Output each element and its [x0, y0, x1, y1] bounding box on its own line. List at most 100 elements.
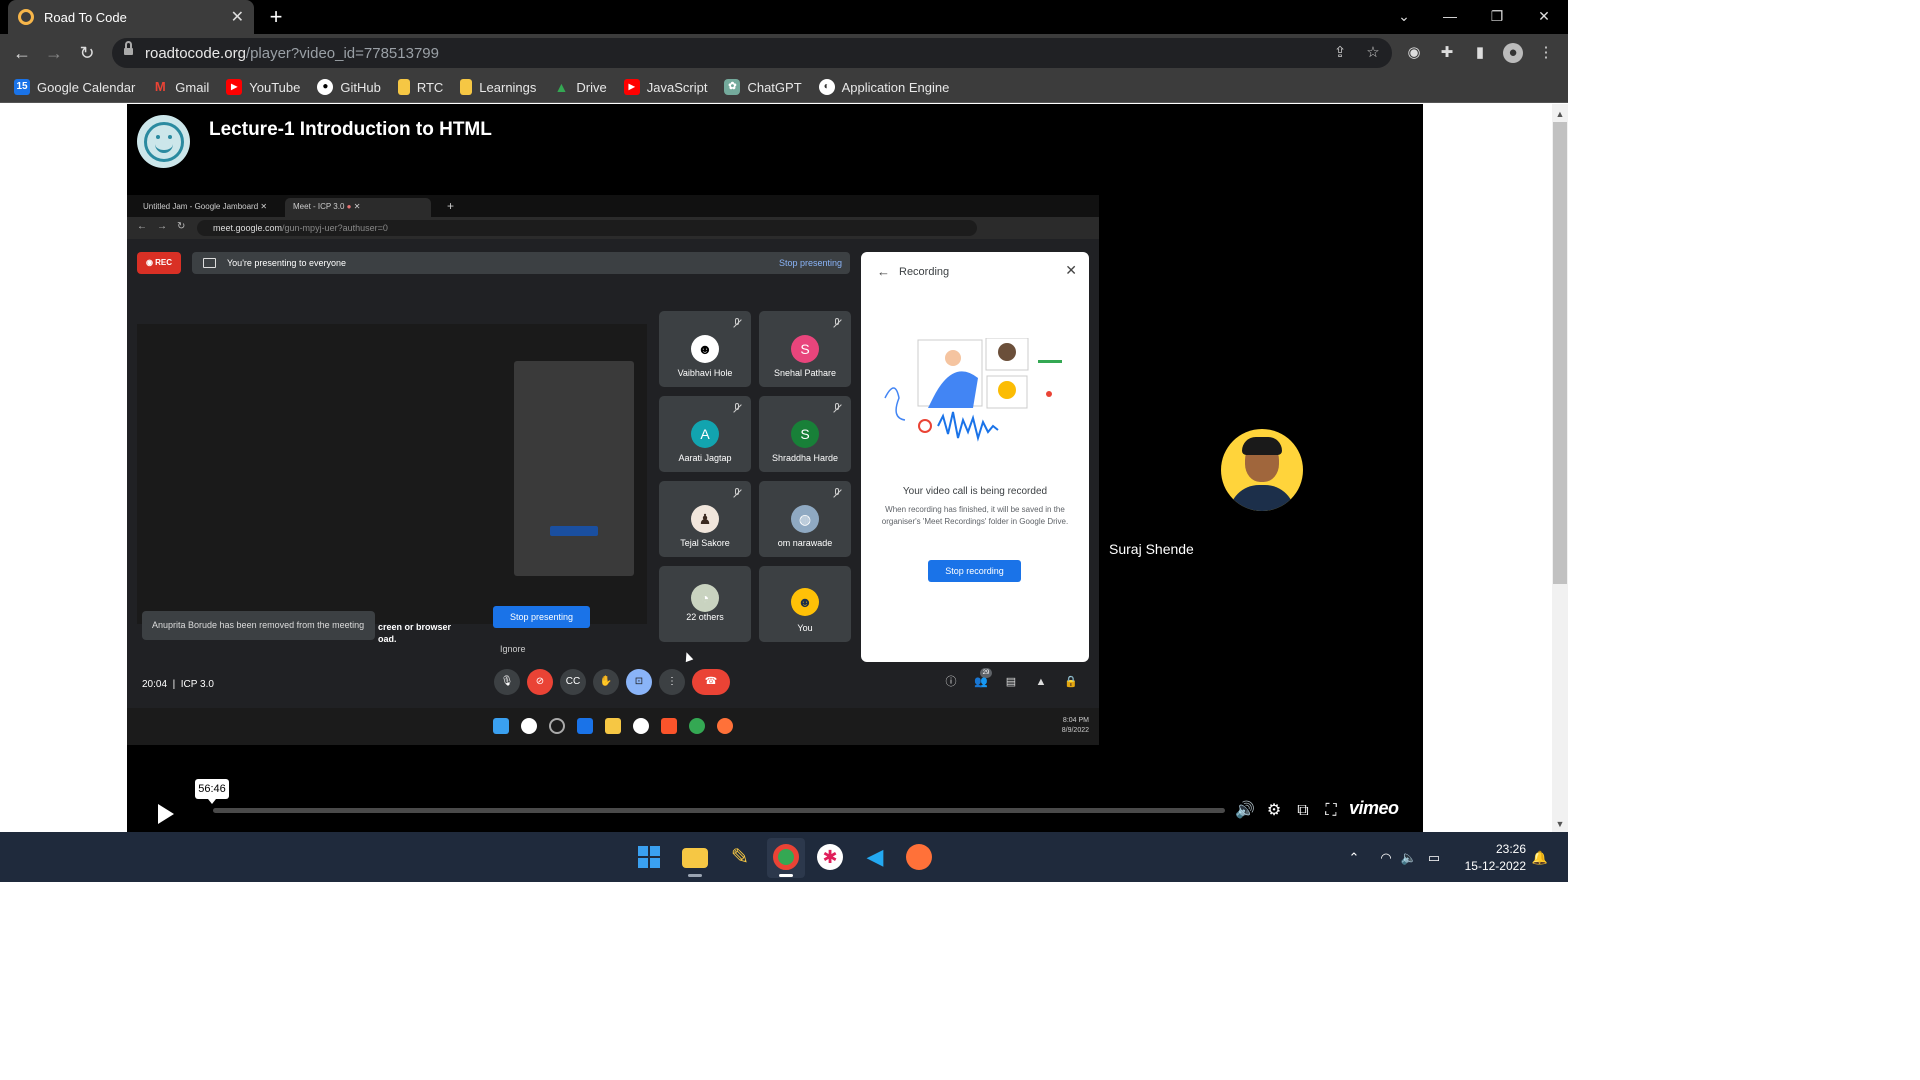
presenter-avatar [1221, 429, 1303, 511]
chrome-icon[interactable] [773, 844, 799, 870]
minimize-button[interactable]: — [1427, 0, 1473, 34]
youtube-icon: ▶ [226, 79, 243, 95]
folder-icon [460, 79, 473, 95]
notification-bell-icon[interactable]: 🔔 [1531, 850, 1549, 866]
bookmark-label: RTC [416, 79, 444, 95]
captions-icon: CC [560, 669, 586, 695]
bookmarks-bar: 15 Google Calendar M Gmail ▶ YouTube ● GitHu… [0, 72, 1568, 103]
channel-logo[interactable] [137, 115, 190, 168]
stop-presenting-link: Stop presenting [778, 258, 842, 268]
reload-button[interactable]: ↻ [74, 40, 100, 66]
slack-icon[interactable]: ✱ [817, 844, 843, 870]
participant-tile: ◍ om narawade [759, 481, 851, 557]
back-arrow-icon: ← [877, 264, 890, 279]
inner-address-bar: meet.google.com/gun-mpyj-uer?authuser=0 [197, 220, 977, 236]
bookmark-item[interactable]: RTC [397, 79, 444, 95]
mirrored-recording-panel [514, 361, 634, 576]
scrollbar-thumb[interactable] [1553, 122, 1567, 584]
presenter-hair [1242, 437, 1282, 455]
scroll-up-icon[interactable]: ▲ [1552, 106, 1568, 122]
video-player[interactable]: Lecture-1 Introduction to HTML Untitled … [127, 104, 1423, 832]
bookmark-item[interactable]: ✿ ChatGPT [724, 79, 802, 95]
taskbar-clock[interactable]: 23:26 15-12-2022 [1456, 841, 1526, 875]
play-button[interactable] [153, 800, 181, 828]
presenter-name: Suraj Shende [1109, 541, 1194, 557]
participant-tile: S Snehal Pathare [759, 311, 851, 387]
participant-tile: ☻ Vaibhavi Hole [659, 311, 751, 387]
mic-off-icon [733, 488, 741, 498]
participant-name: Tejal Sakore [680, 538, 730, 548]
back-button[interactable]: ← [9, 40, 35, 66]
inner-windows-taskbar: 8:04 PM 8/9/2022 [127, 708, 1099, 745]
share-icon[interactable]: ⇪ [1330, 43, 1350, 63]
restore-button[interactable]: ❐ [1474, 0, 1520, 34]
participant-name: Vaibhavi Hole [677, 368, 733, 378]
new-tab-button[interactable]: + [264, 4, 288, 30]
firefox-icon[interactable] [906, 844, 932, 870]
lock-icon[interactable] [124, 41, 133, 58]
pen-app-icon[interactable]: ✎ [727, 844, 753, 870]
inner-app-icon [549, 718, 565, 734]
people-icon: 👥 [974, 676, 988, 688]
bookmark-item[interactable]: ▶ JavaScript [623, 79, 707, 95]
bookmark-label: Drive [576, 79, 607, 95]
side-panel-icon[interactable]: ▮ [1470, 43, 1490, 63]
inner-clock: 8:04 PM 8/9/2022 [1062, 716, 1089, 736]
picture-in-picture-icon[interactable]: ⧉ [1293, 801, 1313, 821]
fullscreen-icon[interactable]: ⛶ [1321, 801, 1341, 821]
participant-avatar: S [791, 420, 819, 448]
bookmark-item[interactable]: Learnings [460, 79, 536, 95]
bookmark-item[interactable]: 15 Google Calendar [14, 79, 135, 95]
file-explorer-icon[interactable] [682, 848, 708, 868]
close-icon: ✕ [1065, 262, 1077, 278]
settings-gear-icon[interactable]: ⚙ [1264, 801, 1284, 821]
wifi-icon[interactable]: ◠ [1377, 850, 1395, 866]
battery-icon[interactable]: ▭ [1425, 850, 1443, 866]
inner-forward-icon: → [157, 221, 167, 232]
tab-search-icon[interactable]: ⌄ [1381, 0, 1427, 34]
scroll-down-icon[interactable]: ▼ [1552, 816, 1568, 832]
participant-avatar: ♟ [691, 505, 719, 533]
presenting-text: You're presenting to everyone [227, 258, 346, 268]
bookmark-item[interactable]: ◐ Application Engine [818, 79, 949, 95]
video-title[interactable]: Lecture-1 Introduction to HTML [199, 114, 502, 146]
bookmark-item[interactable]: M Gmail [152, 79, 209, 95]
gmail-icon: M [154, 79, 166, 94]
bookmark-label: YouTube [249, 79, 301, 95]
stop-presenting-button: Stop presenting [493, 606, 590, 628]
menu-kebab-icon[interactable]: ⋮ [1536, 43, 1556, 63]
chat-icon: ▤ [1005, 676, 1017, 688]
puzzle-extensions-icon[interactable]: ✚ [1437, 43, 1457, 63]
bookmark-item[interactable]: ● GitHub [317, 79, 381, 95]
extension-icon[interactable]: ◉ [1404, 43, 1424, 63]
participant-avatar: ◍ [791, 505, 819, 533]
mic-off-icon [833, 488, 841, 498]
browser-tab[interactable]: Road To Code ✕ [8, 0, 254, 34]
rec-badge: ◉ REC [137, 252, 181, 274]
vimeo-logo[interactable]: vimeo [1349, 798, 1399, 819]
bookmark-item[interactable]: ▶ YouTube [226, 79, 300, 95]
clock-date: 15-12-2022 [1464, 859, 1526, 873]
inner-tab-label: Meet - ICP 3.0 [293, 202, 345, 211]
profile-avatar-icon[interactable]: ● [1503, 43, 1523, 63]
forward-button[interactable]: → [41, 40, 67, 66]
address-bar[interactable]: roadtocode.org/player?video_id=778513799… [112, 38, 1392, 68]
running-indicator [688, 874, 702, 877]
bookmark-item[interactable]: ▲ Drive [553, 79, 606, 95]
youtube-icon: ▶ [623, 79, 640, 95]
participant-avatar: ☻ [691, 335, 719, 363]
participant-avatar: S [791, 335, 819, 363]
close-window-button[interactable]: ✕ [1521, 0, 1567, 34]
speaker-icon[interactable]: 🔈 [1400, 850, 1418, 866]
clock-time: 23:26 [1495, 842, 1526, 856]
volume-icon[interactable]: 🔊 [1235, 801, 1255, 821]
bookmark-star-icon[interactable]: ☆ [1363, 43, 1383, 63]
vscode-icon[interactable]: ◀ [862, 844, 888, 870]
progress-bar[interactable] [213, 808, 1225, 813]
start-windows-icon[interactable] [638, 846, 660, 868]
close-tab-icon[interactable]: ✕ [231, 7, 244, 27]
show-hidden-icons-chevron-icon[interactable]: ⌃ [1345, 850, 1363, 866]
presenter-body [1229, 485, 1295, 511]
mic-off-icon [733, 403, 741, 413]
bookmark-label: Learnings [479, 79, 537, 95]
